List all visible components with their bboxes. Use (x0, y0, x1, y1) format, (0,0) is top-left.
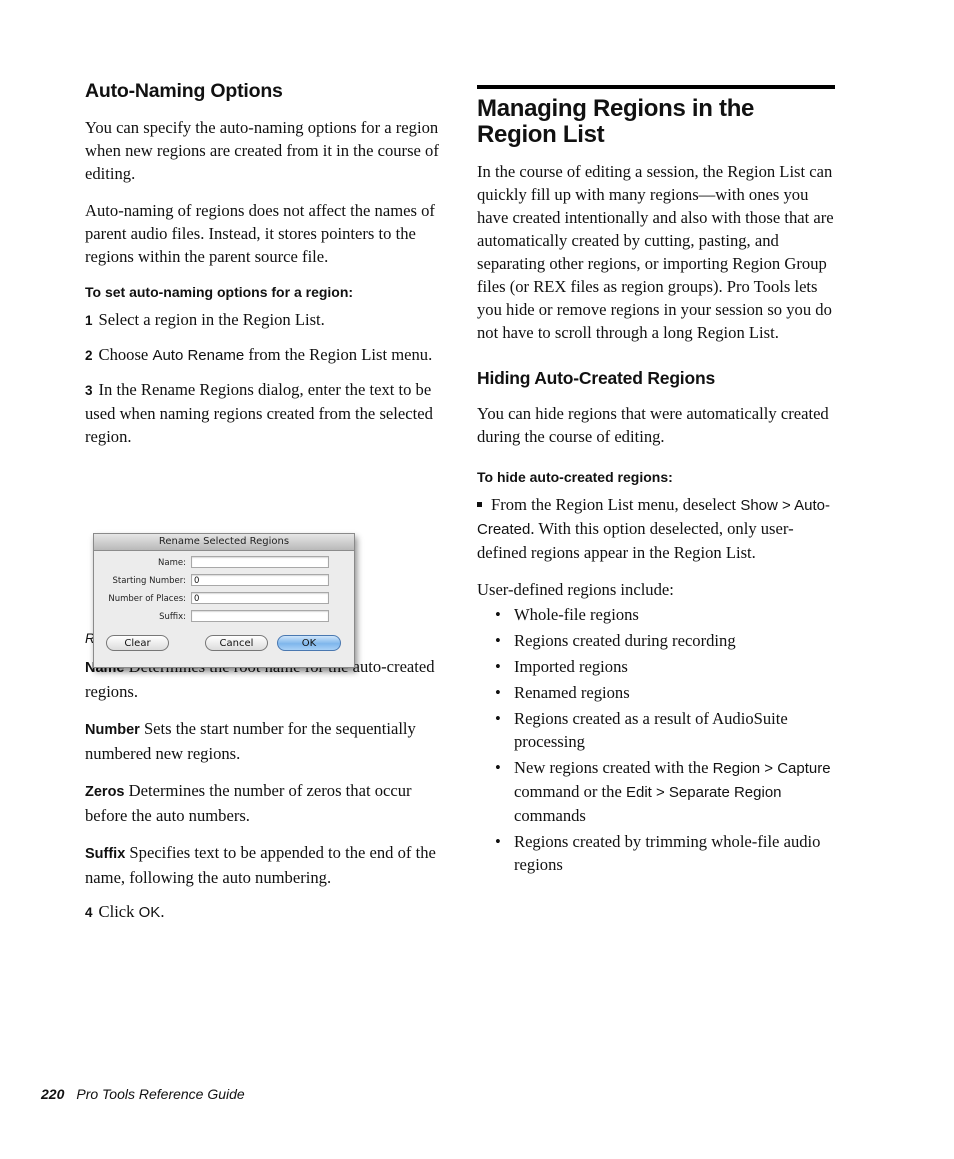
procedure-heading: To hide auto-created regions: (477, 469, 673, 485)
left-column: Auto-Naming Options You can specify the … (85, 80, 445, 924)
name-label: Name: (158, 558, 186, 568)
ui-term: Region > Capture (712, 760, 831, 777)
bullet-icon: • (495, 709, 501, 728)
page-number: 220 (41, 1086, 65, 1102)
page-footer: 220 Pro Tools Reference Guide (41, 1086, 245, 1102)
clear-button[interactable]: Clear (106, 635, 169, 651)
term-definition: Zeros Determines the number of zeros tha… (85, 781, 412, 825)
number-of-places-row: Number of Places: 0 (94, 592, 354, 606)
paragraph: Auto-naming of regions does not affect t… (85, 201, 435, 266)
bullet-icon: • (495, 758, 501, 777)
step-number: 1 (85, 313, 93, 328)
ui-term: Edit > Separate Region (625, 784, 782, 801)
bullet-icon: • (495, 832, 501, 851)
term: Zeros (85, 784, 125, 800)
suffix-row: Suffix: (94, 610, 354, 624)
term: Number (85, 722, 140, 738)
cancel-button[interactable]: Cancel (205, 635, 268, 651)
starting-number-row: Starting Number: 0 (94, 574, 354, 588)
paragraph: You can hide regions that were automatic… (477, 404, 829, 446)
bullet-list: • Whole-file regions • Regions created dur… (477, 603, 835, 876)
step-2: 2 Choose Auto Rename from the Region List… (85, 345, 433, 364)
suffix-field[interactable] (191, 610, 329, 622)
bullet-icon: • (495, 657, 501, 676)
starting-number-label: Starting Number: (112, 576, 186, 586)
name-field[interactable] (191, 556, 329, 568)
ui-term: OK (138, 904, 161, 921)
square-bullet-icon (477, 501, 482, 507)
guide-title: Pro Tools Reference Guide (76, 1086, 245, 1102)
ok-button[interactable]: OK (277, 635, 341, 651)
number-of-places-label: Number of Places: (108, 594, 186, 604)
rename-selected-regions-dialog: Rename Selected Regions Name: Starting N… (93, 533, 355, 668)
step-3: 3 In the Rename Regions dialog, enter the… (85, 380, 433, 446)
subsection-heading: Hiding Auto-Created Regions (477, 368, 715, 388)
list-item: • Imported regions (495, 657, 628, 676)
term: Suffix (85, 846, 126, 862)
step-4: 4 Click OK. (85, 902, 165, 921)
bullet-icon: • (495, 631, 501, 650)
list-item: • New regions created with the Region > C… (495, 758, 831, 825)
list-item: • Regions created by trimming whole-file … (495, 832, 821, 874)
step-number: 4 (85, 905, 93, 920)
number-of-places-field[interactable]: 0 (191, 592, 329, 604)
paragraph: In the course of editing a session, the … (477, 162, 834, 342)
list-item: • Renamed regions (495, 683, 630, 702)
bullet-icon: • (495, 683, 501, 702)
list-item: • Regions created during recording (495, 631, 736, 650)
term-definition: Number Sets the start number for the seq… (85, 719, 416, 763)
single-step: From the Region List menu, deselect Show… (477, 495, 830, 562)
list-item: • Regions created as a result of AudioSui… (495, 709, 788, 751)
list-item: • Whole-file regions (495, 605, 639, 624)
dialog-title: Rename Selected Regions (94, 534, 354, 551)
list-intro: User-defined regions include: (477, 580, 674, 599)
starting-number-field[interactable]: 0 (191, 574, 329, 586)
heading-rule (477, 85, 835, 89)
step-1: 1 Select a region in the Region List. (85, 310, 325, 329)
suffix-label: Suffix: (159, 612, 186, 622)
procedure-heading: To set auto-naming options for a region: (85, 284, 354, 300)
ui-term: Auto Rename (152, 347, 245, 364)
chapter-section-heading: Managing Regions in the Region List (477, 95, 755, 148)
step-number: 2 (85, 348, 93, 363)
right-column: Managing Regions in the Region List In t… (477, 85, 835, 879)
term-definition: Suffix Specifies text to be appended to … (85, 843, 436, 887)
name-row: Name: (94, 556, 354, 570)
paragraph: You can specify the auto-naming options … (85, 118, 439, 183)
step-number: 3 (85, 383, 93, 398)
bullet-icon: • (495, 605, 501, 624)
section-heading: Auto-Naming Options (85, 80, 283, 102)
